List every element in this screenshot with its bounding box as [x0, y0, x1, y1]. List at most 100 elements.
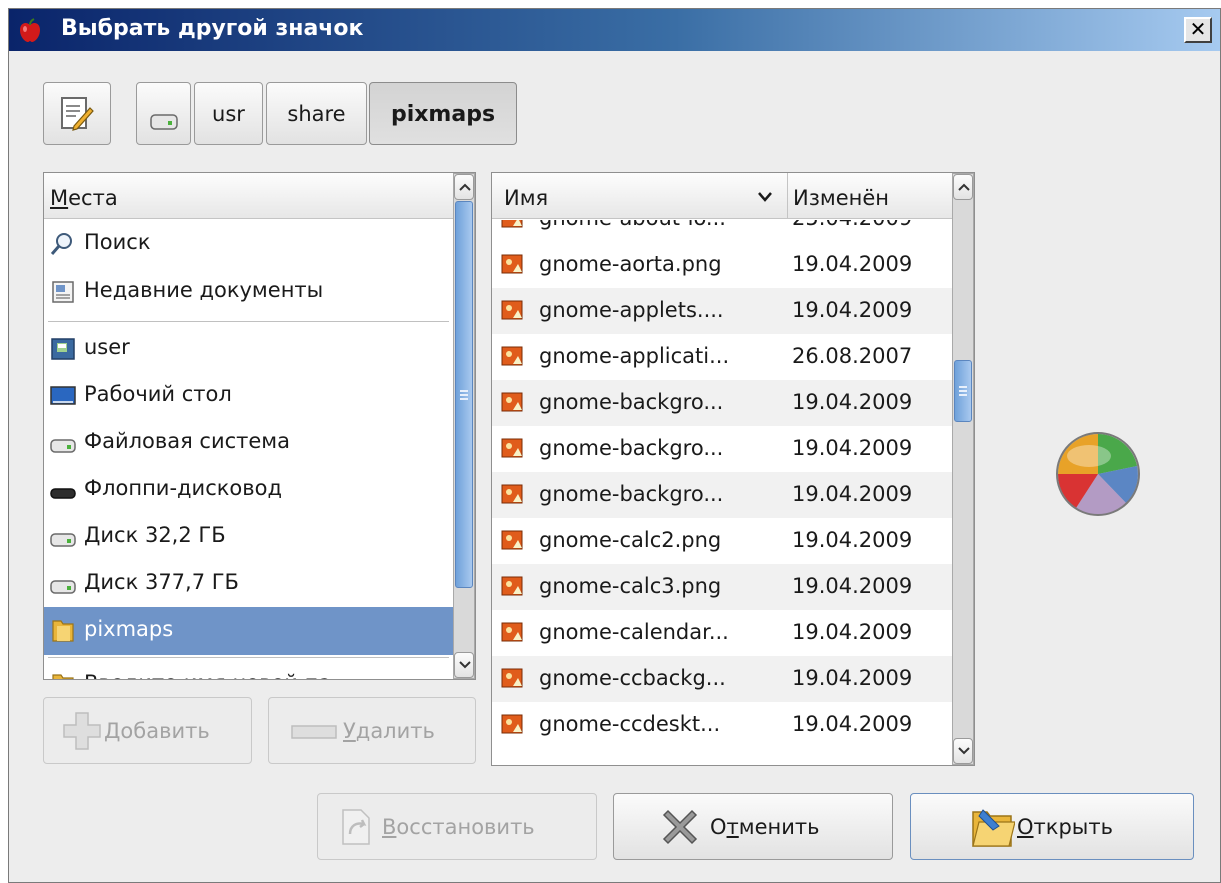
file-name: gnome-calc3.png [539, 574, 722, 598]
place-desktop[interactable]: Рабочий стол [44, 372, 453, 420]
places-separator [48, 657, 449, 658]
scroll-thumb[interactable] [455, 201, 473, 588]
file-modified: 25.04.2009 [792, 220, 912, 230]
image-file-icon [501, 346, 523, 366]
add-bookmark-button[interactable]: Добавить [43, 697, 252, 764]
floppy-icon [50, 488, 76, 499]
place-search[interactable]: Поиск [44, 220, 453, 268]
revert-icon [342, 809, 370, 845]
remove-bookmark-label: Удалить [343, 719, 435, 743]
edit-location-icon [61, 97, 94, 131]
path-segment-label: usr [212, 102, 245, 126]
file-row[interactable]: gnome-applets.... 19.04.2009 [492, 288, 952, 334]
chevron-down-icon [958, 747, 970, 755]
file-list-panel: Имя Изменён gnome-about-lo... 25.04.2009… [491, 172, 975, 766]
file-row[interactable]: gnome-calendar... 19.04.2009 [492, 610, 952, 656]
file-modified: 19.04.2009 [792, 298, 913, 322]
scroll-down-button[interactable] [454, 652, 474, 678]
cancel-icon [662, 809, 698, 845]
scroll-up-button[interactable] [454, 174, 474, 200]
file-row[interactable]: gnome-calc3.png 19.04.2009 [492, 564, 952, 610]
place-label: pixmaps [84, 617, 174, 641]
file-name: gnome-applets.... [539, 298, 724, 322]
path-segment-label: share [287, 102, 346, 126]
column-header-modified[interactable]: Изменён [789, 173, 952, 219]
file-name: gnome-about-lo... [539, 220, 726, 230]
file-list-scrollbar[interactable] [952, 173, 974, 765]
chevron-up-icon [459, 183, 471, 191]
image-file-icon [501, 392, 523, 412]
file-modified: 19.04.2009 [792, 436, 913, 460]
path-segment-pixmaps[interactable]: pixmaps [369, 82, 517, 145]
place-label: Введите имя новой па [84, 671, 331, 679]
remove-bookmark-button[interactable]: Удалить [268, 697, 476, 764]
folder-icon [52, 620, 74, 642]
open-button[interactable]: Открыть [910, 793, 1194, 860]
path-segment-usr[interactable]: usr [194, 82, 263, 145]
file-list-header: Имя Изменён [492, 173, 952, 219]
revert-button[interactable]: Восстановить [317, 793, 597, 860]
place-label: Поиск [84, 230, 151, 254]
file-row[interactable]: gnome-ccdeskt... 19.04.2009 [492, 702, 952, 748]
place-label: Флоппи-дисковод [84, 476, 283, 500]
scroll-thumb[interactable] [954, 360, 972, 422]
scroll-up-button[interactable] [953, 174, 973, 200]
search-icon [50, 233, 72, 255]
path-segment-share[interactable]: share [266, 82, 367, 145]
scroll-down-button[interactable] [953, 738, 973, 764]
path-root-drive-button[interactable] [136, 82, 191, 145]
file-modified: 19.04.2009 [792, 574, 913, 598]
file-row[interactable]: gnome-backgro... 19.04.2009 [492, 426, 952, 472]
file-name: gnome-calc2.png [539, 528, 722, 552]
place-disk-377gb[interactable]: Диск 377,7 ГБ [44, 560, 453, 608]
chevron-down-icon [758, 192, 772, 202]
drive-icon [50, 533, 76, 547]
image-file-icon [501, 220, 523, 228]
file-modified: 19.04.2009 [792, 712, 913, 736]
recent-documents-icon [52, 281, 74, 303]
image-file-icon [501, 530, 523, 550]
window-title: Выбрать другой значок [61, 16, 364, 41]
place-label: Файловая система [84, 429, 291, 453]
file-row[interactable]: gnome-applicati... 26.08.2007 [492, 334, 952, 380]
file-row[interactable]: gnome-aorta.png 19.04.2009 [492, 242, 952, 288]
add-bookmark-label: Добавить [104, 719, 210, 743]
file-row[interactable]: gnome-backgro... 19.04.2009 [492, 472, 952, 518]
column-header-name[interactable]: Имя [492, 173, 788, 219]
path-segment-label: pixmaps [390, 102, 496, 127]
file-name: gnome-ccbackg... [539, 666, 726, 690]
places-scrollbar[interactable] [453, 173, 475, 679]
place-disk-32gb[interactable]: Диск 32,2 ГБ [44, 513, 453, 561]
places-panel: Места Поиск Недавние документы user Рабо… [43, 172, 476, 680]
place-new-bookmark-entry[interactable]: Введите имя новой па [44, 661, 453, 679]
type-location-button[interactable] [43, 82, 111, 145]
cancel-button[interactable]: Отменить [613, 793, 893, 860]
file-modified: 19.04.2009 [792, 390, 913, 414]
places-header[interactable]: Места [44, 173, 453, 219]
icon-chooser-dialog: Выбрать другой значок ✕ usr share pixmap… [8, 8, 1221, 883]
place-label: Диск 32,2 ГБ [84, 523, 226, 547]
icon-preview [1056, 432, 1140, 516]
title-bar[interactable]: Выбрать другой значок ✕ [9, 9, 1220, 51]
folder-open-icon [972, 809, 1015, 847]
file-row[interactable]: gnome-backgro... 19.04.2009 [492, 380, 952, 426]
image-file-icon [501, 714, 523, 734]
desktop-icon [50, 386, 76, 405]
close-button[interactable]: ✕ [1184, 17, 1212, 43]
file-row[interactable]: gnome-about-lo... 25.04.2009 [492, 220, 952, 242]
file-name: gnome-calendar... [539, 620, 729, 644]
plus-icon [63, 712, 101, 750]
file-rows: gnome-about-lo... 25.04.2009 gnome-aorta… [492, 220, 952, 765]
file-row[interactable]: gnome-calc2.png 19.04.2009 [492, 518, 952, 564]
place-pixmaps[interactable]: pixmaps [44, 607, 453, 655]
file-modified: 26.08.2007 [792, 344, 913, 368]
place-floppy[interactable]: Флоппи-дисковод [44, 466, 453, 514]
place-home[interactable]: user [44, 325, 453, 373]
file-name: gnome-ccdeskt... [539, 712, 721, 736]
file-row[interactable]: gnome-ccbackg... 19.04.2009 [492, 656, 952, 702]
column-modified-label: Изменён [793, 186, 890, 210]
file-name: gnome-backgro... [539, 482, 724, 506]
place-recent-documents[interactable]: Недавние документы [44, 268, 453, 316]
revert-label: Восстановить [382, 815, 535, 839]
place-filesystem[interactable]: Файловая система [44, 419, 453, 467]
